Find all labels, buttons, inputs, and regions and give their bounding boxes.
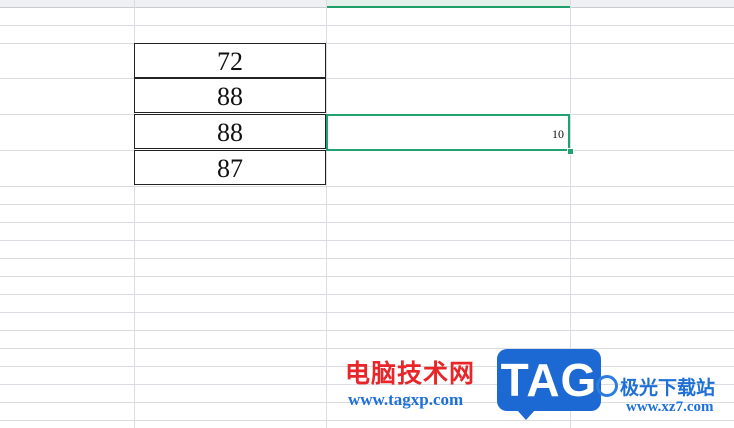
column-header-active[interactable] xyxy=(326,0,570,8)
gridline xyxy=(326,0,327,428)
gridline xyxy=(0,222,734,223)
gridline xyxy=(0,78,734,79)
watermark-tag-logo: TAG xyxy=(497,349,601,420)
gridline xyxy=(0,312,734,313)
gridline xyxy=(0,258,734,259)
column-header[interactable] xyxy=(0,0,134,8)
watermark-site-name: 电脑技术网 xyxy=(345,359,476,388)
gridline xyxy=(0,204,734,205)
column-header[interactable] xyxy=(134,0,326,8)
gridline xyxy=(0,43,734,44)
gridline xyxy=(0,294,734,295)
data-cell[interactable]: 87 xyxy=(134,150,326,185)
gridline xyxy=(0,420,734,421)
column-header[interactable] xyxy=(570,0,734,8)
gridline xyxy=(0,276,734,277)
gridline xyxy=(0,25,734,26)
selected-cell[interactable]: 10 xyxy=(326,114,570,151)
data-cell[interactable]: 88 xyxy=(134,114,326,149)
watermark-logo-icon xyxy=(596,375,618,397)
watermark-url: www.tagxp.com xyxy=(348,390,464,409)
data-cell[interactable]: 72 xyxy=(134,43,326,78)
data-cell[interactable]: 88 xyxy=(134,78,326,113)
fill-handle[interactable] xyxy=(567,148,574,155)
gridline xyxy=(0,330,734,331)
gridline xyxy=(0,348,734,349)
watermark-site-title: 极光下载站 xyxy=(620,377,716,399)
gridline xyxy=(0,240,734,241)
watermark-site-url: www.xz7.com xyxy=(626,399,714,415)
gridline xyxy=(0,186,734,187)
spreadsheet-grid[interactable]: 72 88 88 87 10 电脑技术网 www.tagxp.com TAG 极… xyxy=(0,0,734,428)
